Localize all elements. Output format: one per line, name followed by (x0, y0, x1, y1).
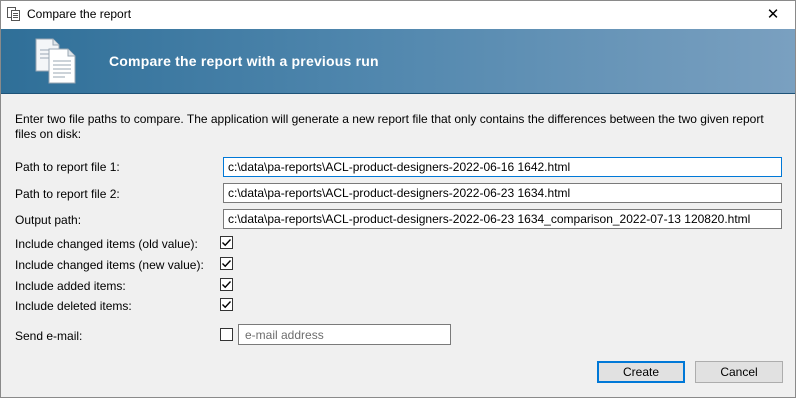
close-button[interactable]: ✕ (751, 1, 795, 29)
send-email-checkbox[interactable] (220, 328, 233, 341)
intro-text: Enter two file paths to compare. The app… (15, 112, 764, 141)
file2-label: Path to report file 2: (15, 187, 120, 201)
output-path-input[interactable]: c:\data\pa-reports\ACL-product-designers… (223, 209, 782, 229)
changed-old-label: Include changed items (old value): (15, 237, 198, 251)
compare-report-icon (7, 7, 20, 21)
checkmark-icon (222, 260, 232, 268)
deleted-label: Include deleted items: (15, 299, 132, 313)
changed-new-checkbox[interactable] (220, 257, 233, 270)
header-banner: Compare the report with a previous run (1, 29, 795, 94)
window-title: Compare the report (27, 7, 132, 21)
compare-report-dialog: Compare the report ✕ Compare the report … (0, 0, 796, 398)
document-stack-icon (35, 38, 76, 84)
create-button[interactable]: Create (597, 361, 685, 383)
file1-label: Path to report file 1: (15, 160, 120, 174)
added-checkbox[interactable] (220, 278, 233, 291)
added-label: Include added items: (15, 279, 126, 293)
close-icon: ✕ (766, 6, 780, 23)
file1-path-input[interactable]: c:\data\pa-reports\ACL-product-designers… (223, 157, 782, 177)
checkmark-icon (222, 281, 232, 289)
file2-path-input[interactable]: c:\data\pa-reports\ACL-product-designers… (223, 183, 782, 203)
checkmark-icon (222, 239, 232, 247)
email-address-input[interactable] (238, 324, 451, 345)
changed-old-checkbox[interactable] (220, 236, 233, 249)
cancel-button[interactable]: Cancel (695, 361, 783, 383)
banner-title: Compare the report with a previous run (109, 53, 379, 69)
deleted-checkbox[interactable] (220, 298, 233, 311)
send-email-label: Send e-mail: (15, 329, 83, 343)
title-bar: Compare the report ✕ (1, 1, 795, 29)
output-path-label: Output path: (15, 213, 82, 227)
changed-new-label: Include changed items (new value): (15, 258, 204, 272)
checkmark-icon (222, 301, 232, 309)
